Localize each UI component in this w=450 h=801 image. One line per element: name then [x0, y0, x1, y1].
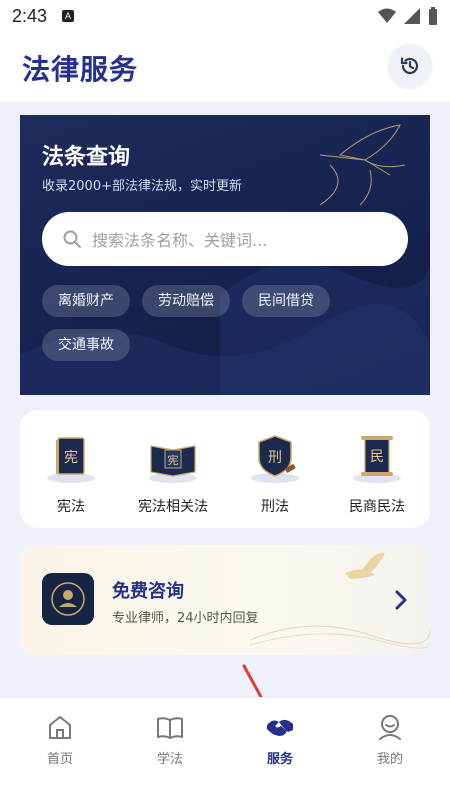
- tab-label: 首页: [46, 752, 73, 767]
- category-label: 宪法相关法: [138, 499, 208, 515]
- law-category-grid: 宪 宪法 宪 宪法相关法 刑 刑法 民 民商民法: [20, 410, 430, 528]
- tab-learn-law[interactable]: 学法: [130, 712, 210, 767]
- tag-chip[interactable]: 离婚财产: [42, 285, 130, 317]
- battery-icon: [429, 7, 437, 25]
- hero-title: 法条查询: [42, 145, 131, 170]
- svg-text:宪: 宪: [64, 449, 78, 466]
- tag-chip[interactable]: 交通事故: [42, 329, 130, 361]
- law-search-input[interactable]: 搜索法条名称、关键词...: [42, 212, 408, 266]
- hero-subtitle: 收录2000+部法律法规，实时更新: [42, 179, 242, 194]
- history-icon: [400, 57, 419, 75]
- tab-label: 我的: [376, 752, 403, 767]
- category-civil-commercial-law[interactable]: 民 民商民法: [326, 428, 428, 516]
- tab-label: 学法: [156, 752, 183, 767]
- tab-label: 服务: [266, 752, 293, 767]
- category-label: 民商民法: [349, 499, 405, 515]
- tag-chip[interactable]: 劳动赔偿: [142, 285, 230, 317]
- tab-services[interactable]: 服务: [240, 712, 320, 767]
- user-icon: [379, 715, 401, 740]
- tab-home[interactable]: 首页: [20, 712, 100, 767]
- signal-icon: [404, 8, 420, 24]
- book-open-icon: [157, 717, 183, 739]
- category-constitution[interactable]: 宪 宪法: [20, 428, 122, 516]
- lawyer-avatar: [42, 573, 94, 625]
- status-icons: [378, 7, 438, 25]
- book-icon: 宪: [149, 445, 197, 483]
- category-constitution-related[interactable]: 宪 宪法相关法: [122, 428, 224, 516]
- app-header: 法律服务: [0, 32, 450, 102]
- svg-text:民: 民: [370, 449, 384, 465]
- handshake-icon: [267, 719, 293, 736]
- book-icon: 宪: [47, 437, 95, 483]
- shield-icon: 刑: [251, 435, 299, 483]
- bottom-tab-bar: 首页 学法 服务 我的: [0, 697, 450, 801]
- tag-chip[interactable]: 民间借贷: [242, 285, 330, 317]
- category-criminal-law[interactable]: 刑 刑法: [224, 428, 326, 516]
- category-label: 刑法: [261, 499, 289, 515]
- law-search-card: 法条查询 收录2000+部法律法规，实时更新 搜索法条名称、关键词... 离婚财…: [20, 115, 430, 395]
- page-title: 法律服务: [22, 53, 139, 86]
- status-bar: 2:43 A: [0, 0, 450, 32]
- scroll-icon: 民: [353, 436, 401, 483]
- home-icon: [49, 716, 71, 739]
- category-label: 宪法: [57, 499, 85, 515]
- consult-subtitle: 专业律师，24小时内回复: [112, 611, 259, 626]
- search-placeholder: 搜索法条名称、关键词...: [92, 231, 268, 250]
- svg-text:刑: 刑: [268, 450, 282, 466]
- free-consult-banner[interactable]: 免费咨询 专业律师，24小时内回复: [20, 545, 430, 655]
- lawyer-chat-icon: [51, 582, 85, 616]
- status-time: 2:43: [12, 6, 48, 26]
- chevron-right-icon: [395, 590, 407, 610]
- notification-app-icon: A: [62, 10, 74, 22]
- history-button[interactable]: [388, 44, 432, 88]
- consult-title: 免费咨询: [112, 581, 184, 602]
- svg-text:宪: 宪: [168, 453, 179, 467]
- search-icon: [63, 230, 81, 248]
- tab-profile[interactable]: 我的: [350, 712, 430, 767]
- wifi-icon: [378, 8, 396, 23]
